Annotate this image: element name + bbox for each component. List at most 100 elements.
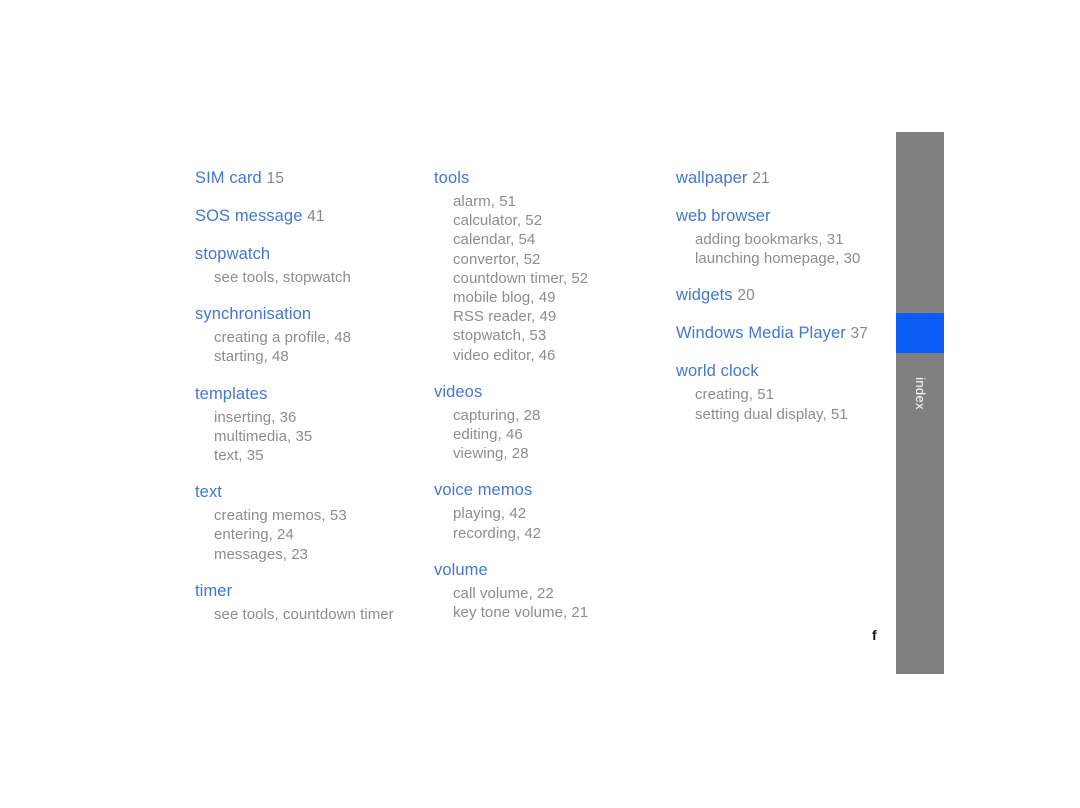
index-entry-term[interactable]: SOS message 41 bbox=[195, 206, 425, 227]
index-column-2: wallpaper 21 web browser adding bookmarks,… bbox=[676, 168, 886, 424]
index-entry-term[interactable]: text bbox=[195, 482, 425, 503]
section-tab-index[interactable]: index bbox=[896, 132, 944, 674]
index-entry-term-text: synchronisation bbox=[195, 305, 312, 324]
index-entry-term-text: videos bbox=[434, 382, 483, 401]
index-subentry[interactable]: mobile blog, 49 bbox=[434, 288, 664, 307]
index-subentry-list: creating a profile, 48 starting, 48 bbox=[195, 328, 425, 366]
index-entry: SOS message 41 bbox=[195, 206, 425, 227]
index-subentry[interactable]: text, 35 bbox=[195, 446, 425, 465]
index-entry: widgets 20 bbox=[676, 285, 886, 306]
index-subentry-list: see tools, countdown timer bbox=[195, 605, 425, 624]
index-subentry-list: call volume, 22 key tone volume, 21 bbox=[434, 584, 664, 622]
index-entry-term[interactable]: synchronisation bbox=[195, 304, 425, 325]
index-entry: volume call volume, 22 key tone volume, 21 bbox=[434, 560, 664, 622]
index-subentry-list: creating, 51 setting dual display, 51 bbox=[676, 385, 886, 423]
index-subentry[interactable]: starting, 48 bbox=[195, 347, 425, 366]
index-entry-term-text: world clock bbox=[676, 362, 759, 381]
index-subentry[interactable]: inserting, 36 bbox=[195, 408, 425, 427]
index-entry-term[interactable]: videos bbox=[434, 382, 664, 403]
index-entry-term-text: SOS message bbox=[195, 207, 303, 225]
index-subentry[interactable]: stopwatch, 53 bbox=[434, 326, 664, 345]
index-subentry-list: capturing, 28 editing, 46 viewing, 28 bbox=[434, 406, 664, 464]
index-entry-term-text: tools bbox=[434, 169, 470, 187]
index-entry-term[interactable]: stopwatch bbox=[195, 244, 425, 265]
index-entry-page-number: 20 bbox=[737, 287, 755, 305]
index-entry: stopwatch see tools, stopwatch bbox=[195, 244, 425, 287]
index-entry: tools alarm, 51 calculator, 52 calendar, 54… bbox=[434, 168, 664, 365]
index-entry-term[interactable]: world clock bbox=[676, 361, 886, 382]
index-subentry[interactable]: creating memos, 53 bbox=[195, 506, 425, 525]
section-tab-label: index bbox=[896, 356, 944, 446]
section-tab-highlight bbox=[896, 313, 944, 353]
index-subentry-list: creating memos, 53 entering, 24 messages, … bbox=[195, 506, 425, 564]
index-subentry[interactable]: capturing, 28 bbox=[434, 406, 664, 425]
index-subentry[interactable]: convertor, 52 bbox=[434, 250, 664, 269]
index-subentry[interactable]: countdown timer, 52 bbox=[434, 269, 664, 288]
index-subentry[interactable]: alarm, 51 bbox=[434, 192, 664, 211]
index-subentry[interactable]: multimedia, 35 bbox=[195, 427, 425, 446]
index-entry-page-number: 21 bbox=[752, 170, 770, 187]
index-entry-term-text: templates bbox=[195, 384, 268, 403]
index-entry-term-text: text bbox=[195, 483, 222, 502]
index-entry: Windows Media Player 37 bbox=[676, 323, 886, 344]
index-subentry[interactable]: calendar, 54 bbox=[434, 230, 664, 249]
index-subentry[interactable]: RSS reader, 49 bbox=[434, 307, 664, 326]
index-subentry-list: playing, 42 recording, 42 bbox=[434, 504, 664, 542]
index-subentry[interactable]: editing, 46 bbox=[434, 425, 664, 444]
index-entry-term[interactable]: Windows Media Player 37 bbox=[676, 323, 886, 344]
index-entry-term-text: wallpaper bbox=[676, 169, 748, 187]
index-entry: SIM card 15 bbox=[195, 168, 425, 189]
index-entry: timer see tools, countdown timer bbox=[195, 581, 425, 624]
index-entry-page-number: 15 bbox=[266, 170, 284, 187]
index-subentry[interactable]: see tools, stopwatch bbox=[195, 268, 425, 287]
index-entry: templates inserting, 36 multimedia, 35 text… bbox=[195, 384, 425, 466]
index-entry-term-text: SIM card bbox=[195, 169, 262, 187]
index-page: SIM card 15 SOS message 41 stopwatch see to… bbox=[0, 0, 1080, 808]
index-subentry-list: see tools, stopwatch bbox=[195, 268, 425, 287]
index-subentry[interactable]: launching homepage, 30 bbox=[676, 249, 886, 268]
index-entry-term[interactable]: widgets 20 bbox=[676, 285, 886, 306]
index-entry-page-number: 41 bbox=[307, 208, 325, 225]
index-entry-term-text: Windows Media Player bbox=[676, 324, 846, 343]
index-entry-term-text: voice memos bbox=[434, 481, 533, 500]
index-entry-page-number: 37 bbox=[850, 325, 868, 343]
index-subentry[interactable]: call volume, 22 bbox=[434, 584, 664, 603]
index-entry-term-text: widgets bbox=[676, 286, 733, 305]
index-entry-term[interactable]: tools bbox=[434, 168, 664, 189]
index-entry-term[interactable]: volume bbox=[434, 560, 664, 581]
index-subentry[interactable]: viewing, 28 bbox=[434, 444, 664, 463]
index-entry: voice memos playing, 42 recording, 42 bbox=[434, 480, 664, 542]
index-entry-term-text: timer bbox=[195, 581, 233, 600]
index-subentry[interactable]: messages, 23 bbox=[195, 545, 425, 564]
index-subentry[interactable]: recording, 42 bbox=[434, 524, 664, 543]
index-entry: videos capturing, 28 editing, 46 viewing, 2… bbox=[434, 382, 664, 464]
page-marker: f bbox=[872, 627, 877, 643]
index-subentry[interactable]: creating, 51 bbox=[676, 385, 886, 404]
index-entry-term[interactable]: templates bbox=[195, 384, 425, 405]
index-subentry-list: alarm, 51 calculator, 52 calendar, 54 conve… bbox=[434, 192, 664, 365]
index-subentry[interactable]: setting dual display, 51 bbox=[676, 405, 886, 424]
index-entry: text creating memos, 53 entering, 24 messag… bbox=[195, 482, 425, 564]
index-subentry[interactable]: adding bookmarks, 31 bbox=[676, 230, 886, 249]
index-subentry-list: adding bookmarks, 31 launching homepage, … bbox=[676, 230, 886, 268]
index-subentry[interactable]: key tone volume, 21 bbox=[434, 603, 664, 622]
index-entry-term[interactable]: wallpaper 21 bbox=[676, 168, 886, 189]
index-subentry[interactable]: video editor, 46 bbox=[434, 346, 664, 365]
index-subentry[interactable]: playing, 42 bbox=[434, 504, 664, 523]
index-entry: web browser adding bookmarks, 31 launching… bbox=[676, 206, 886, 268]
index-subentry[interactable]: see tools, countdown timer bbox=[195, 605, 425, 624]
index-entry-term[interactable]: timer bbox=[195, 581, 425, 602]
index-entry: synchronisation creating a profile, 48 sta… bbox=[195, 304, 425, 366]
section-tab-label-text: index bbox=[912, 377, 928, 410]
index-entry-term-text: stopwatch bbox=[195, 245, 271, 263]
index-column-0: SIM card 15 SOS message 41 stopwatch see to… bbox=[195, 168, 425, 624]
index-column-1: tools alarm, 51 calculator, 52 calendar, 54… bbox=[434, 168, 664, 622]
index-entry-term[interactable]: voice memos bbox=[434, 480, 664, 501]
index-entry: world clock creating, 51 setting dual disp… bbox=[676, 361, 886, 423]
index-entry-term[interactable]: SIM card 15 bbox=[195, 168, 425, 189]
index-subentry[interactable]: calculator, 52 bbox=[434, 211, 664, 230]
index-subentry[interactable]: creating a profile, 48 bbox=[195, 328, 425, 347]
index-entry-term[interactable]: web browser bbox=[676, 206, 886, 227]
index-subentry[interactable]: entering, 24 bbox=[195, 525, 425, 544]
index-entry: wallpaper 21 bbox=[676, 168, 886, 189]
